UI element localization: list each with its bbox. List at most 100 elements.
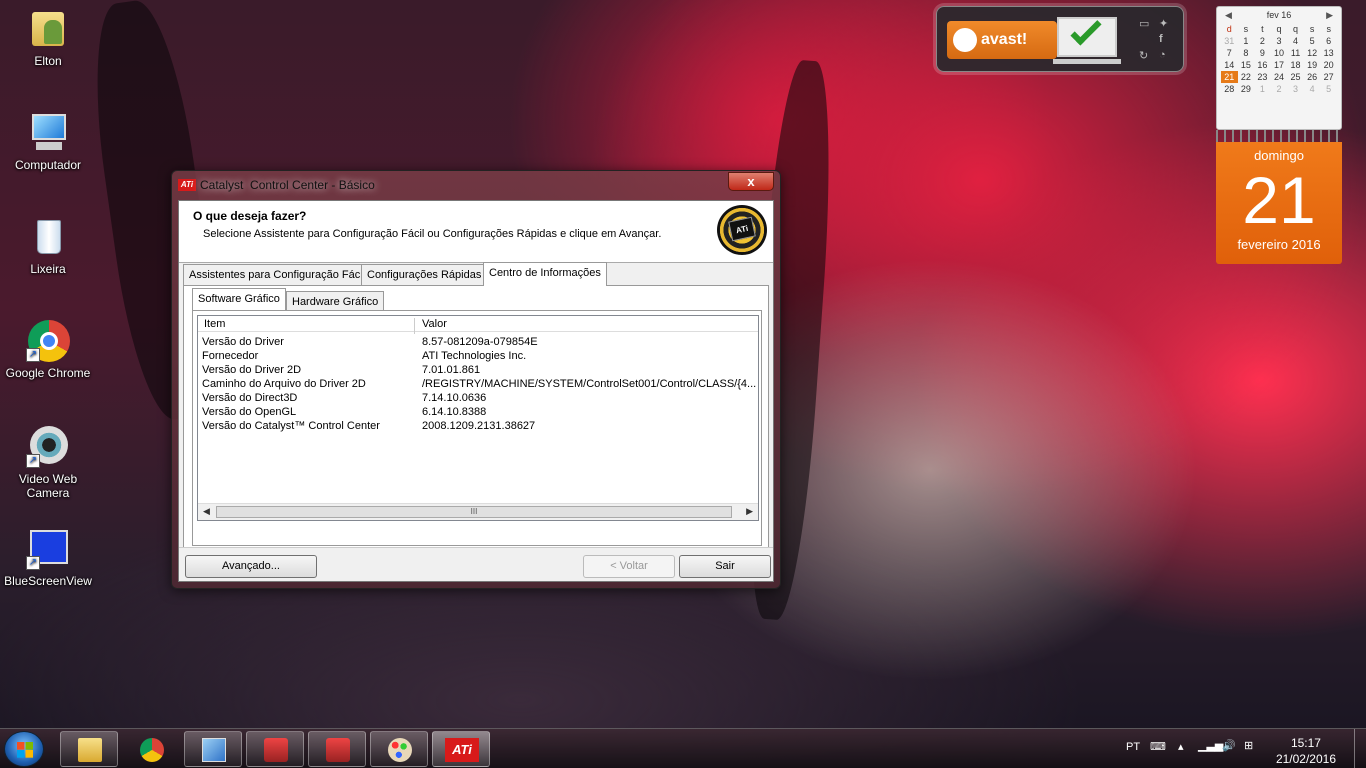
- signal-icon[interactable]: ▁▃▅: [1198, 739, 1223, 752]
- twitter-icon[interactable]: ✦: [1159, 17, 1168, 30]
- back-button[interactable]: < Voltar: [583, 555, 675, 578]
- taskbar-paint[interactable]: [370, 731, 428, 767]
- taskbar-chrome[interactable]: [122, 731, 180, 767]
- taskbar-explorer[interactable]: [60, 731, 118, 767]
- calendar-day[interactable]: 27: [1320, 71, 1337, 83]
- tab-graphics-hardware[interactable]: Hardware Gráfico: [286, 291, 385, 310]
- scrollbar-thumb[interactable]: III: [216, 506, 732, 518]
- horizontal-scrollbar[interactable]: ◀ III ▶: [198, 503, 758, 520]
- calendar-day[interactable]: 2: [1271, 83, 1288, 95]
- refresh-icon[interactable]: ↻: [1139, 49, 1148, 62]
- facebook-icon[interactable]: f: [1159, 33, 1163, 45]
- calendar-day[interactable]: 14: [1221, 59, 1238, 71]
- calendar-day[interactable]: 5: [1304, 35, 1321, 47]
- calendar-day[interactable]: 22: [1238, 71, 1255, 83]
- list-item[interactable]: Versão do Driver 8.57-081209a-079854E: [198, 336, 758, 350]
- taskbar-control-panel[interactable]: [184, 731, 242, 767]
- calendar-day[interactable]: 17: [1271, 59, 1288, 71]
- start-button[interactable]: [4, 731, 44, 767]
- desktop-icon-webcam[interactable]: ↗ Video Web Camera: [0, 424, 96, 500]
- calendar-day[interactable]: 29: [1238, 83, 1255, 95]
- calendar-day[interactable]: 8: [1238, 47, 1255, 59]
- info-list[interactable]: Item Valor Versão do Driver 8.57-081209a-…: [197, 315, 759, 521]
- laptop-check-icon[interactable]: [1053, 14, 1129, 65]
- tab-graphics-software[interactable]: Software Gráfico: [192, 288, 286, 310]
- desktop-icon-chrome[interactable]: ↗ Google Chrome: [0, 318, 96, 380]
- list-item[interactable]: Fornecedor ATI Technologies Inc.: [198, 350, 758, 364]
- calendar-day[interactable]: 25: [1287, 71, 1304, 83]
- close-button[interactable]: x: [728, 172, 774, 191]
- calendar-day[interactable]: 2: [1254, 35, 1271, 47]
- prev-month-arrow-icon[interactable]: ◀: [1225, 7, 1232, 23]
- list-item[interactable]: Versão do Direct3D 7.14.10.0636: [198, 392, 758, 406]
- calendar-day[interactable]: 4: [1304, 83, 1321, 95]
- calendar-day[interactable]: 28: [1221, 83, 1238, 95]
- calendar-day[interactable]: 24: [1271, 71, 1288, 83]
- calendar-gadget[interactable]: ◀ fev 16 ▶ d s t q q s s 31 1 2 3 4 5 6: [1216, 6, 1342, 264]
- list-item[interactable]: Caminho do Arquivo do Driver 2D/REGISTRY…: [198, 378, 758, 392]
- calendar-day[interactable]: 10: [1271, 47, 1288, 59]
- column-header-item[interactable]: Item: [204, 318, 225, 330]
- scroll-left-arrow-icon[interactable]: ◀: [203, 506, 210, 517]
- window-title: Catalyst Control Center - Básico: [200, 178, 375, 192]
- computer-icon: [26, 110, 70, 154]
- window-icon[interactable]: ▭: [1139, 17, 1149, 30]
- calendar-day[interactable]: 5: [1320, 83, 1337, 95]
- list-item[interactable]: Versão do Catalyst™ Control Center 2008.1…: [198, 420, 758, 434]
- keyboard-icon[interactable]: ⌨: [1150, 740, 1166, 753]
- rss-icon[interactable]: ◔: [1159, 49, 1166, 61]
- advanced-button[interactable]: Avançado...: [185, 555, 317, 578]
- calendar-day[interactable]: 23: [1254, 71, 1271, 83]
- calendar-day[interactable]: 1: [1254, 83, 1271, 95]
- calendar-day[interactable]: 3: [1271, 35, 1288, 47]
- taskbar-toolbox-1[interactable]: [246, 731, 304, 767]
- column-header-value[interactable]: Valor: [422, 318, 447, 330]
- avast-gadget[interactable]: avast! ▭ ✦ f ↻ ◔: [936, 6, 1184, 72]
- calendar-day[interactable]: 12: [1304, 47, 1321, 59]
- taskbar-toolbox-2[interactable]: [308, 731, 366, 767]
- calendar-day[interactable]: 15: [1238, 59, 1255, 71]
- calendar-day[interactable]: 11: [1287, 47, 1304, 59]
- calendar-day[interactable]: 1: [1238, 35, 1255, 47]
- list-item[interactable]: Versão do Driver 2D 7.01.01.861: [198, 364, 758, 378]
- folder-icon: [78, 738, 102, 762]
- next-month-arrow-icon[interactable]: ▶: [1326, 7, 1333, 23]
- calendar-day[interactable]: 4: [1287, 35, 1304, 47]
- clock[interactable]: 15:17 21/02/2016: [1276, 735, 1336, 767]
- system-tray: PT ⌨ ▴ ▁▃▅ 🔊 ⊞ 15:17 21/02/2016: [1116, 729, 1366, 768]
- tab-information-center[interactable]: Centro de Informações: [483, 262, 607, 286]
- calendar-day[interactable]: 16: [1254, 59, 1271, 71]
- calendar-day[interactable]: 6: [1320, 35, 1337, 47]
- calendar-day[interactable]: 13: [1320, 47, 1337, 59]
- column-separator[interactable]: [414, 318, 415, 334]
- calendar-day[interactable]: 20: [1320, 59, 1337, 71]
- calendar-day[interactable]: 3: [1287, 83, 1304, 95]
- windows-notification-icon[interactable]: ⊞: [1244, 739, 1253, 752]
- tab-quick-settings[interactable]: Configurações Rápidas: [361, 264, 488, 285]
- calendar-day[interactable]: 19: [1304, 59, 1321, 71]
- exit-button[interactable]: Sair: [679, 555, 771, 578]
- tab-easy-setup[interactable]: Assistentes para Configuração Fácil: [183, 264, 372, 285]
- desktop-icon-user[interactable]: Elton: [0, 6, 96, 68]
- calendar-month-view: ◀ fev 16 ▶ d s t q q s s 31 1 2 3 4 5 6: [1216, 6, 1342, 130]
- taskbar-catalyst[interactable]: ATi: [432, 731, 490, 767]
- desktop-icon-recycle-bin[interactable]: Lixeira: [0, 214, 96, 276]
- desktop-icon-computer[interactable]: Computador: [0, 110, 96, 172]
- calendar-day[interactable]: 18: [1287, 59, 1304, 71]
- avast-side-controls: ▭ ✦ f ↻ ◔: [1137, 15, 1177, 65]
- volume-icon[interactable]: 🔊: [1222, 739, 1236, 752]
- calendar-day-today[interactable]: 21: [1221, 71, 1238, 83]
- windows-logo-icon: [17, 742, 33, 758]
- calendar-day[interactable]: 9: [1254, 47, 1271, 59]
- show-hidden-icons-icon[interactable]: ▴: [1178, 740, 1184, 753]
- language-indicator[interactable]: PT: [1126, 741, 1140, 753]
- calendar-day[interactable]: 26: [1304, 71, 1321, 83]
- desktop-icon-bluescreenview[interactable]: ↗ BlueScreenView: [0, 526, 96, 588]
- scroll-right-arrow-icon[interactable]: ▶: [746, 506, 753, 517]
- window-titlebar[interactable]: ATi Catalyst Control Center - Básico x: [172, 171, 780, 199]
- list-item[interactable]: Versão do OpenGL 6.14.10.8388: [198, 406, 758, 420]
- show-desktop-button[interactable]: [1354, 729, 1366, 768]
- calendar-day[interactable]: 31: [1221, 35, 1238, 47]
- calendar-day[interactable]: 7: [1221, 47, 1238, 59]
- weekday-header: q: [1276, 24, 1282, 34]
